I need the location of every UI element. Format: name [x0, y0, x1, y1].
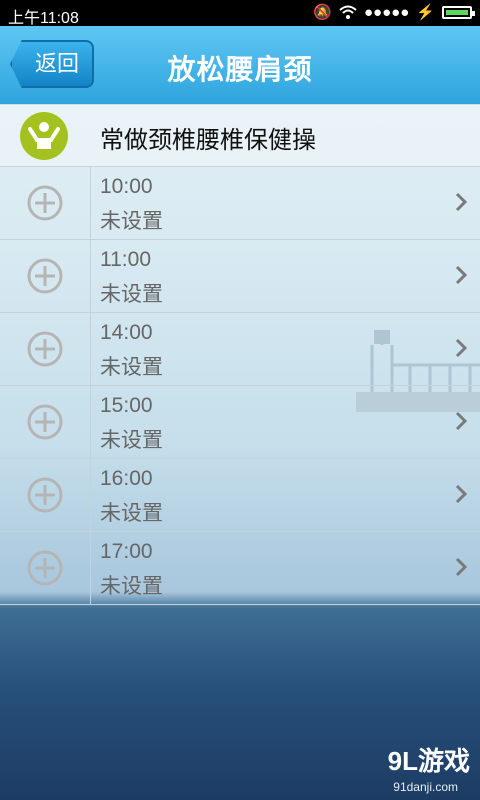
charging-icon: ⚡ [416, 4, 435, 21]
add-reminder-button[interactable] [0, 459, 91, 531]
reminder-row[interactable]: 11:00 未设置 [0, 240, 480, 313]
reminder-status: 未设置 [100, 355, 163, 379]
topic-label: 常做颈椎腰椎保健操 [100, 126, 316, 154]
reminder-row[interactable]: 10:00 未设置 [0, 167, 480, 240]
wifi-icon [339, 5, 357, 19]
status-time: 上午11:08 [8, 10, 79, 27]
chevron-right-icon [455, 265, 468, 285]
reminder-row[interactable]: 16:00 未设置 [0, 459, 480, 532]
page-title: 放松腰肩颈 [167, 53, 313, 86]
chevron-right-icon [455, 338, 468, 358]
add-reminder-button[interactable] [0, 386, 91, 458]
reminder-time: 14:00 [100, 321, 153, 344]
reminder-row[interactable]: 14:00 未设置 [0, 313, 480, 386]
reminder-time: 17:00 [100, 540, 153, 563]
exercise-topic: 常做颈椎腰椎保健操 [0, 104, 480, 167]
reminder-status: 未设置 [100, 574, 163, 598]
reminder-row[interactable]: 15:00 未设置 [0, 386, 480, 459]
reminder-status: 未设置 [100, 501, 163, 525]
title-bar: 返回 放松腰肩颈 [0, 26, 480, 105]
signal-icon: ●●●●● [364, 3, 410, 21]
reminder-status: 未设置 [100, 209, 163, 233]
plus-circle-icon [27, 404, 63, 440]
reminder-time: 11:00 [100, 248, 151, 271]
chevron-right-icon [455, 557, 468, 577]
plus-circle-icon [27, 477, 63, 513]
add-reminder-button[interactable] [0, 167, 91, 239]
reminder-time: 16:00 [100, 467, 153, 490]
reminder-status: 未设置 [100, 428, 163, 452]
reminder-time: 15:00 [100, 394, 153, 417]
plus-circle-icon [27, 550, 63, 586]
battery-icon [442, 5, 475, 19]
add-reminder-button[interactable] [0, 240, 91, 312]
watermark-site: 91danji.com [393, 780, 458, 794]
watermark-brand: 9L游戏 [387, 746, 470, 776]
add-reminder-button[interactable] [0, 532, 91, 604]
person-stretch-icon [20, 112, 68, 160]
chevron-right-icon [455, 484, 468, 504]
status-icons: 🔕 ●●●●● ⚡ [313, 3, 475, 21]
add-reminder-button[interactable] [0, 313, 91, 385]
reminder-time: 10:00 [100, 175, 153, 198]
plus-circle-icon [27, 331, 63, 367]
status-bar: 上午11:08 🔕 ●●●●● ⚡ [0, 0, 480, 27]
reminder-row[interactable]: 17:00 未设置 [0, 532, 480, 605]
reminder-list: 10:00 未设置 11:00 未设置 14:00 未设置 15:00 未设置 16:00 未设置… [0, 167, 480, 605]
plus-circle-icon [27, 258, 63, 294]
chevron-right-icon [455, 192, 468, 212]
reminder-status: 未设置 [100, 282, 163, 306]
alarm-off-icon: 🔕 [313, 4, 332, 21]
chevron-right-icon [455, 411, 468, 431]
plus-circle-icon [27, 185, 63, 221]
